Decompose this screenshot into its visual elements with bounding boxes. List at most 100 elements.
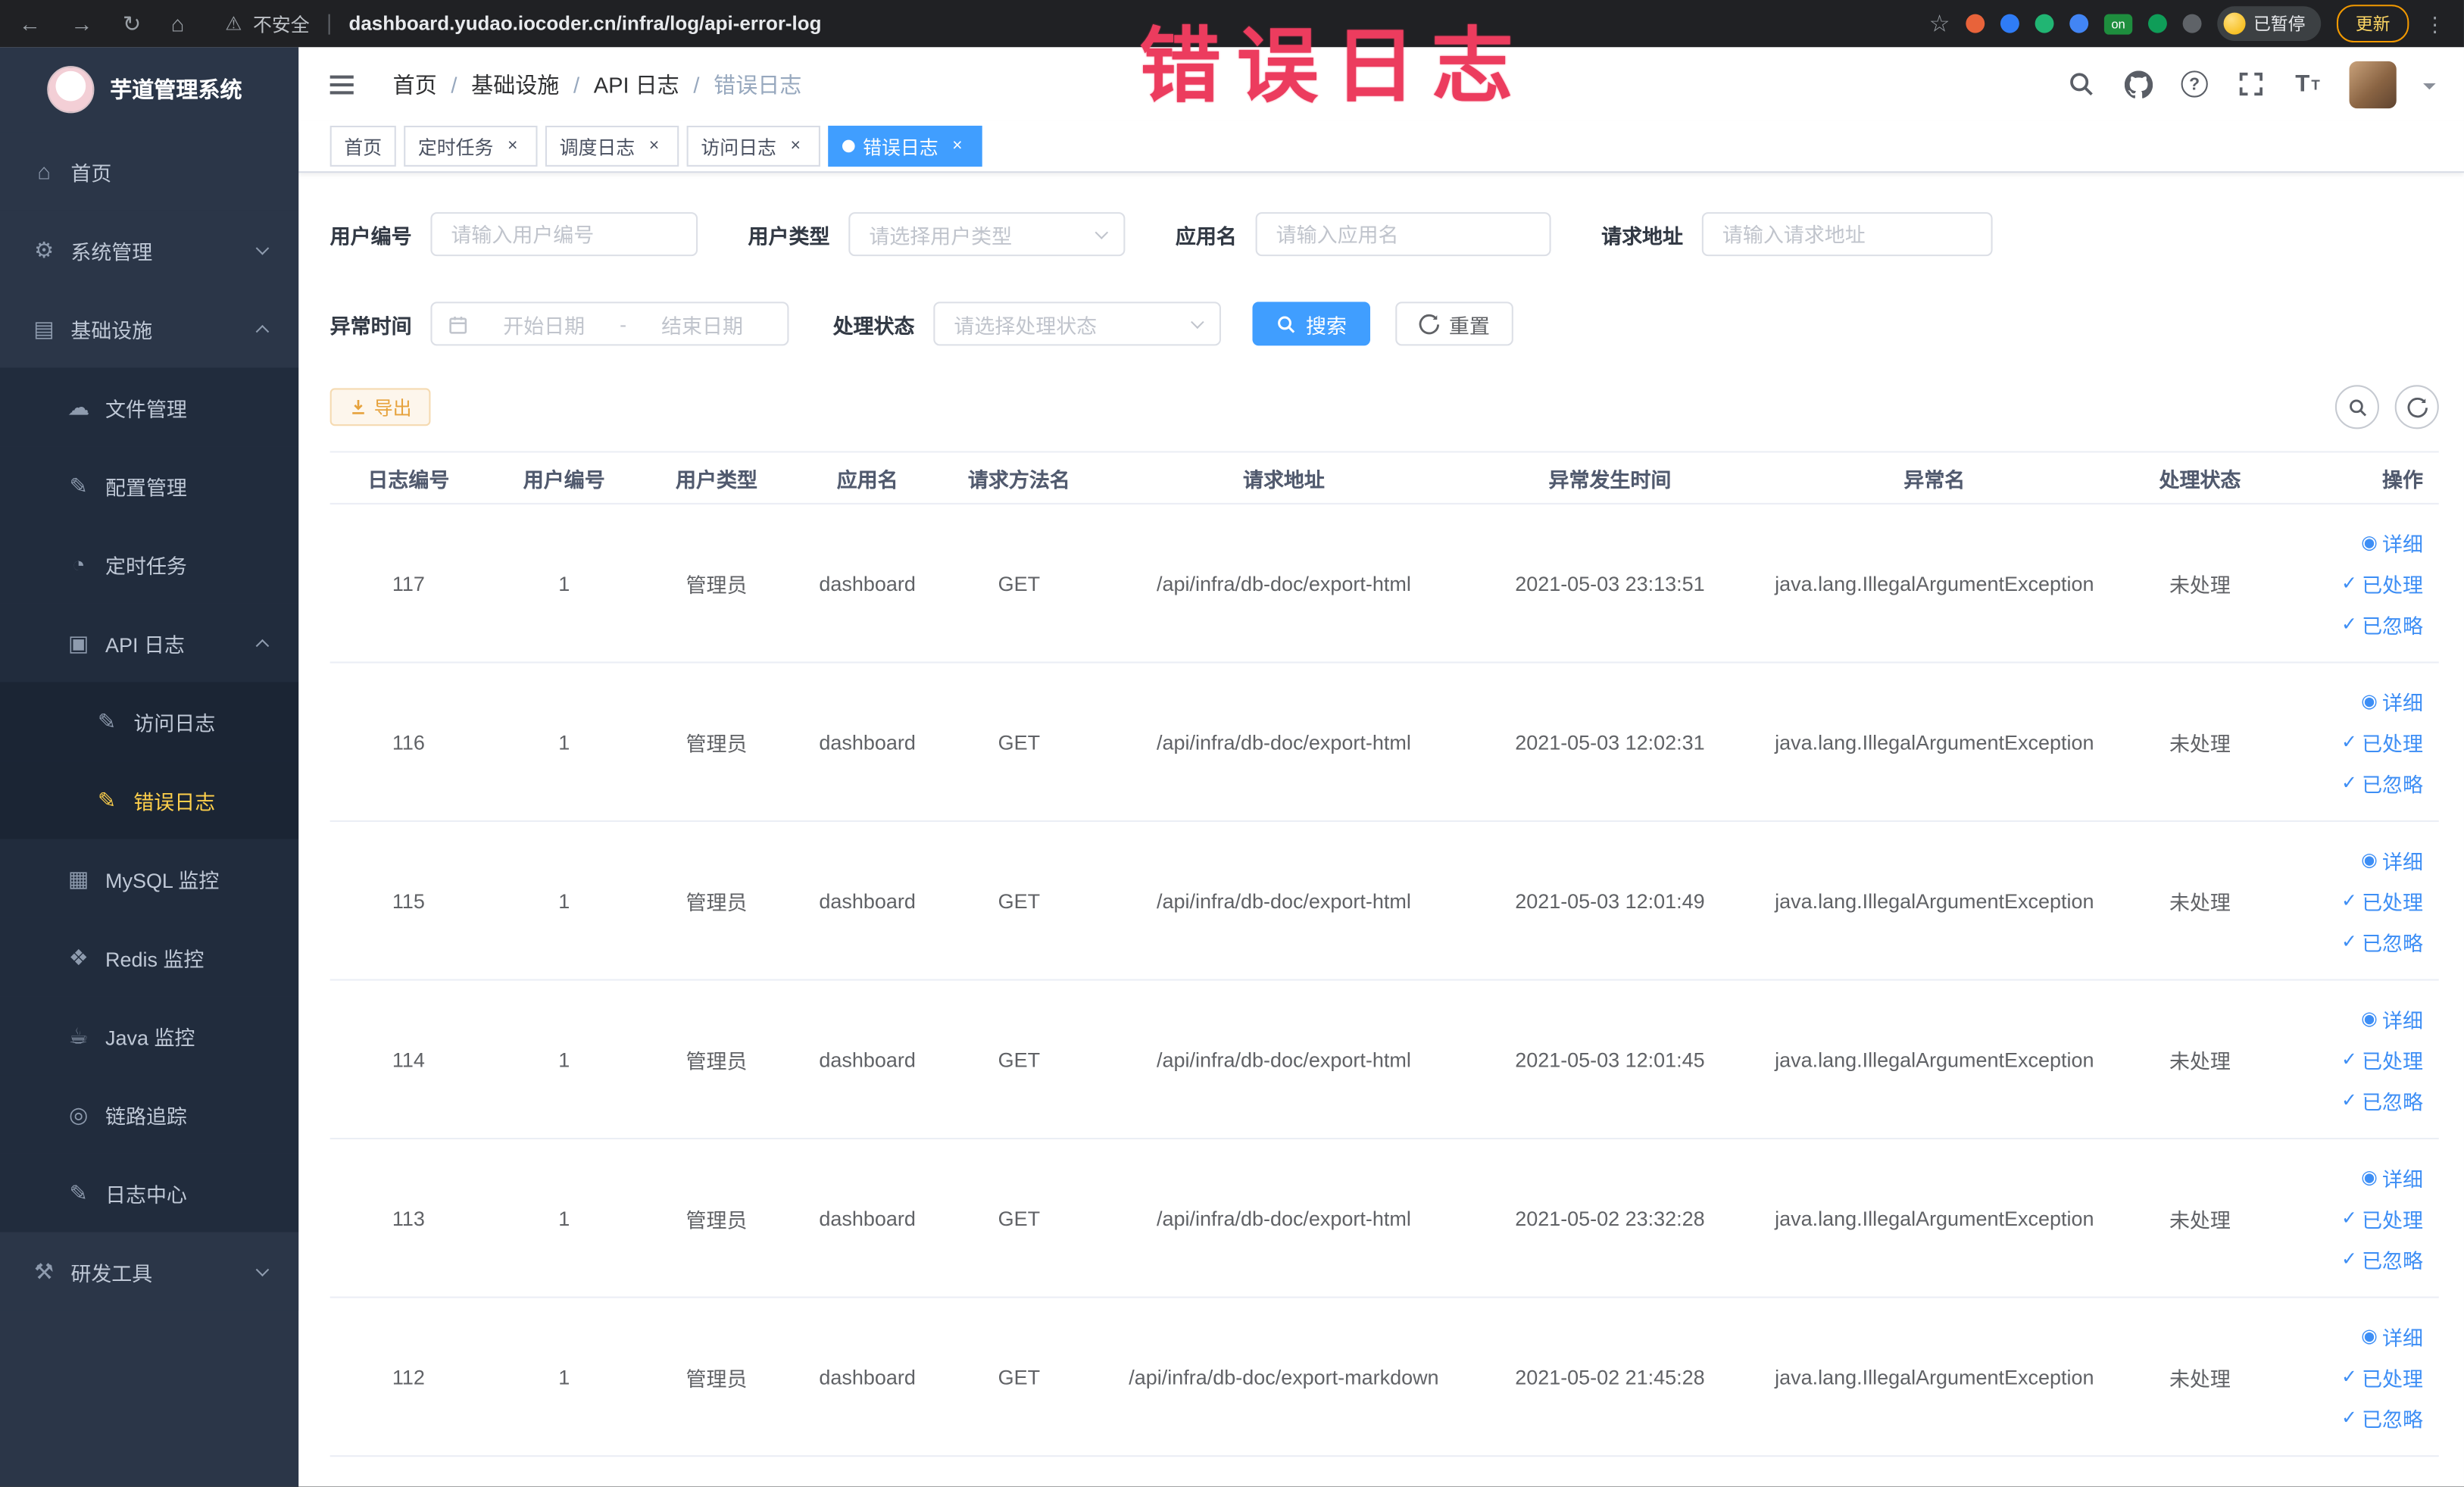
ignored-link[interactable]: ✓ 已忽略: [2341, 926, 2423, 956]
extension-icon[interactable]: [2069, 14, 2089, 33]
update-button[interactable]: 更新: [2336, 5, 2409, 43]
breadcrumb-item[interactable]: 基础设施: [437, 68, 559, 99]
bookmark-star-icon[interactable]: ☆: [1929, 12, 1950, 36]
detail-link[interactable]: ◉ 详细: [2361, 527, 2423, 557]
ignored-link[interactable]: ✓ 已忽略: [2341, 1086, 2423, 1115]
sidebar-item[interactable]: ✎ 日志中心: [0, 1153, 299, 1232]
check-icon: ✓: [2341, 1406, 2357, 1429]
ignored-link[interactable]: ✓ 已忽略: [2341, 767, 2423, 797]
cell-status: 未处理: [2169, 1207, 2231, 1232]
sidebar-item[interactable]: ⚙ 系统管理: [0, 210, 299, 289]
view-tab[interactable]: 定时任务: [404, 125, 538, 167]
view-tab[interactable]: 调度日志: [545, 125, 679, 167]
fullscreen-icon[interactable]: [2236, 69, 2266, 98]
sidebar-item[interactable]: ▣ API 日志: [0, 603, 299, 683]
sidebar-item[interactable]: ⌂ 首页: [0, 132, 299, 211]
sidebar-item[interactable]: ◎ 链路追踪: [0, 1075, 299, 1154]
chevron-down-icon[interactable]: [2423, 82, 2436, 95]
sidebar-item[interactable]: ✎ 配置管理: [0, 446, 299, 525]
browser-menu-icon[interactable]: ⋮: [2425, 14, 2445, 34]
sidebar-item[interactable]: ▦ MySQL 监控: [0, 839, 299, 918]
hamburger-icon[interactable]: [323, 67, 358, 102]
extension-icon[interactable]: [1966, 14, 1985, 33]
paused-badge[interactable]: 已暂停: [2217, 6, 2322, 41]
cell-user-type: 管理员: [685, 573, 748, 597]
security-label[interactable]: 不安全: [253, 10, 310, 36]
address-bar[interactable]: ⚠ 不安全 dashboard.yudao.iocoder.cn/infra/l…: [225, 10, 821, 36]
sidebar-item[interactable]: ✎ 访问日志: [0, 682, 299, 761]
extension-on-badge[interactable]: on: [2103, 13, 2133, 34]
close-icon[interactable]: [501, 135, 523, 157]
detail-link[interactable]: ◉ 详细: [2361, 1004, 2423, 1033]
avatar[interactable]: [2349, 60, 2397, 108]
extension-icon[interactable]: [2147, 14, 2167, 33]
detail-link[interactable]: ◉ 详细: [2361, 1162, 2423, 1192]
breadcrumb-item[interactable]: API 日志: [559, 68, 679, 99]
sidebar-item[interactable]: ☕ Java 监控: [0, 996, 299, 1076]
app-name-input[interactable]: [1255, 212, 1551, 257]
processed-link[interactable]: ✓ 已处理: [2341, 727, 2423, 757]
sidebar-item[interactable]: ▤ 基础设施: [0, 289, 299, 368]
close-icon[interactable]: [784, 135, 806, 157]
app-logo[interactable]: 芋道管理系统: [0, 47, 298, 132]
process-status-select[interactable]: 请选择处理状态: [933, 301, 1222, 346]
search-icon[interactable]: [2066, 69, 2096, 98]
cell-exception-time: 2021-05-03 12:02:31: [1515, 729, 1705, 754]
hide-search-button[interactable]: [2334, 385, 2379, 430]
detail-link[interactable]: ◉ 详细: [2361, 1321, 2423, 1351]
sidebar-item[interactable]: ☁ 文件管理: [0, 367, 299, 447]
cell-app-name: dashboard: [819, 889, 916, 913]
close-icon[interactable]: [946, 135, 968, 157]
detail-link[interactable]: ◉ 详细: [2361, 845, 2423, 874]
check-icon: ✓: [2341, 1207, 2357, 1229]
sidebar-item[interactable]: ◔ 定时任务: [0, 524, 299, 604]
cell-actions: ◉ 详细 ✓ 已处理 ✓ 已忽略: [2278, 686, 2439, 798]
processed-link[interactable]: ✓ 已处理: [2341, 1362, 2423, 1392]
chevron-icon: [255, 323, 270, 338]
ignored-link[interactable]: ✓ 已忽略: [2341, 609, 2423, 639]
extension-icon[interactable]: [2000, 14, 2019, 33]
view-tab[interactable]: 访问日志: [686, 125, 821, 167]
view-tab[interactable]: 首页: [329, 125, 396, 167]
export-button[interactable]: 导出: [329, 388, 431, 426]
extension-icon[interactable]: [2182, 14, 2202, 33]
url-text[interactable]: dashboard.yudao.iocoder.cn/infra/log/api…: [349, 13, 822, 35]
close-icon[interactable]: [643, 135, 665, 157]
breadcrumb-item[interactable]: 错误日志: [679, 68, 801, 99]
processed-link[interactable]: ✓ 已处理: [2341, 1203, 2423, 1232]
extension-icon[interactable]: [2035, 14, 2054, 33]
ignored-link[interactable]: ✓ 已忽略: [2341, 1403, 2423, 1432]
search-button[interactable]: 搜索: [1252, 301, 1371, 346]
cell-exception-time: 2021-05-02 21:45:28: [1515, 1364, 1705, 1389]
check-icon: ✓: [2341, 613, 2357, 636]
refresh-button[interactable]: [2394, 385, 2439, 430]
github-icon[interactable]: [2123, 69, 2153, 98]
reload-icon[interactable]: ↻: [123, 13, 141, 35]
sidebar-item[interactable]: ❖ Redis 监控: [0, 917, 299, 997]
column-header: 操作: [2382, 467, 2424, 492]
sidebar-item[interactable]: ✎ 错误日志: [0, 761, 299, 839]
home-icon[interactable]: ⌂: [171, 13, 185, 35]
processed-link[interactable]: ✓ 已处理: [2341, 886, 2423, 915]
detail-link[interactable]: ◉ 详细: [2361, 686, 2423, 716]
user-id-input[interactable]: [430, 212, 698, 257]
view-tab[interactable]: 错误日志: [828, 125, 982, 167]
user-type-select[interactable]: 请选择用户类型: [848, 212, 1126, 257]
request-url-input[interactable]: [1701, 212, 1993, 257]
help-icon[interactable]: ?: [2179, 69, 2209, 98]
exception-time-range-picker[interactable]: 开始日期 - 结束日期: [430, 301, 789, 346]
back-icon[interactable]: ←: [19, 13, 41, 35]
breadcrumb-item[interactable]: 首页: [393, 68, 437, 99]
sidebar-item[interactable]: ⚒ 研发工具: [0, 1232, 299, 1311]
cell-status: 未处理: [2169, 1048, 2231, 1073]
processed-link[interactable]: ✓ 已处理: [2341, 1045, 2423, 1074]
chevron-icon: [255, 240, 270, 255]
ignored-link[interactable]: ✓ 已忽略: [2341, 1244, 2423, 1273]
forward-icon[interactable]: →: [70, 13, 92, 35]
font-size-icon[interactable]: TT: [2293, 69, 2322, 98]
log-center-icon: ✎: [69, 1179, 88, 1205]
table-header: 日志编号 用户编号 用户类型 应用名 请求方法名 请求地址 异常发生时间 异常名…: [329, 451, 2439, 505]
processed-link[interactable]: ✓ 已处理: [2341, 568, 2423, 598]
reset-button[interactable]: 重置: [1395, 301, 1513, 346]
error-log-icon: ✎: [97, 786, 117, 812]
